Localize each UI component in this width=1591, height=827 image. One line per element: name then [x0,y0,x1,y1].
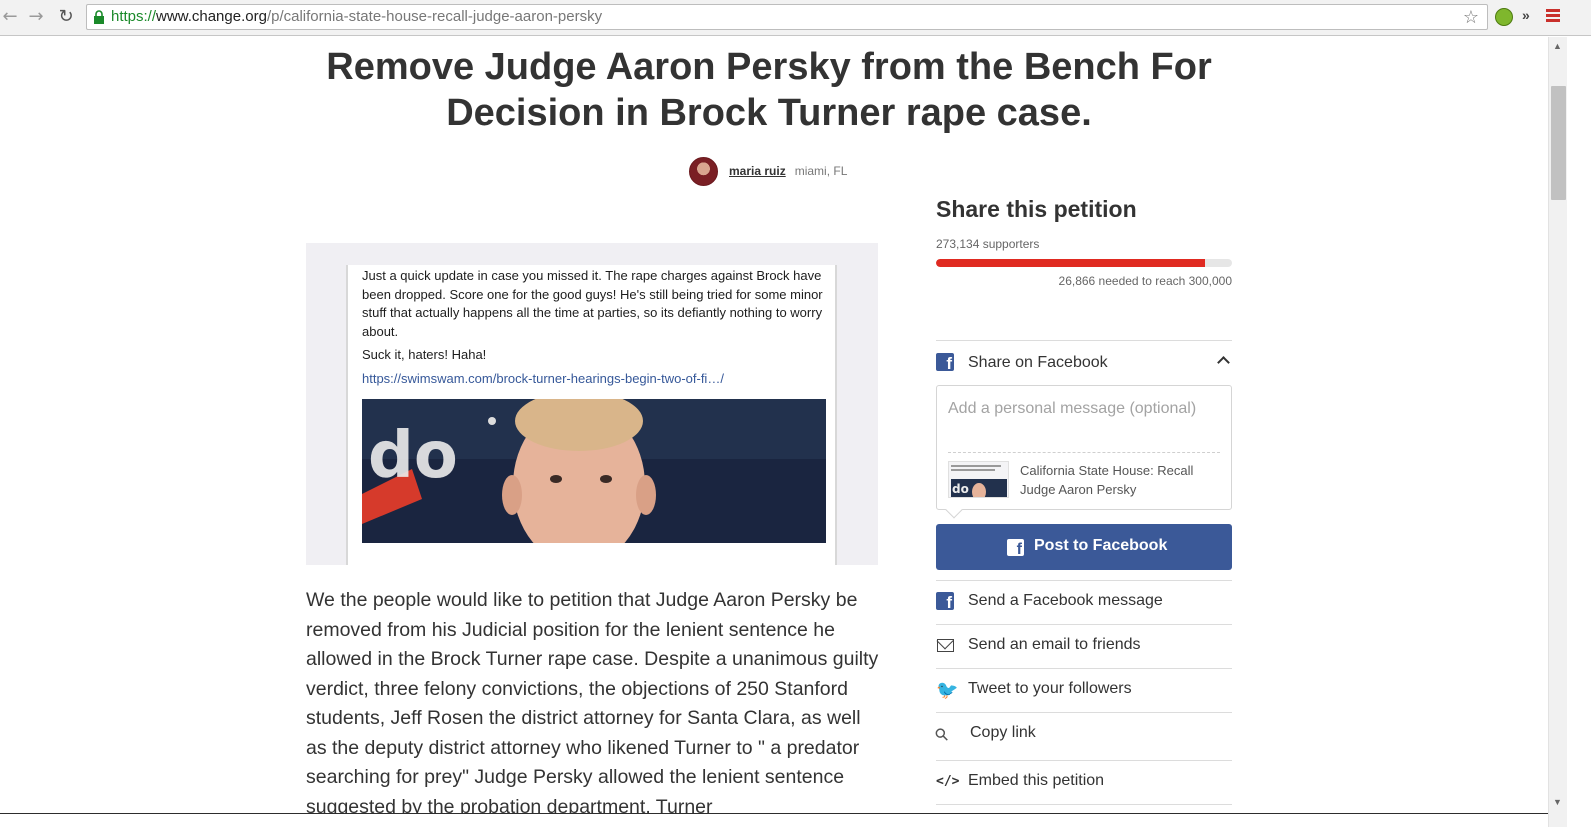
divider [936,804,1232,805]
link-icon: ⚲ [930,723,954,747]
avatar[interactable] [689,156,718,186]
post-link: https://swimswam.com/brock-turner-hearin… [362,371,724,386]
scroll-down-icon[interactable]: ▼ [1553,797,1562,807]
url-scheme: https:// [111,8,157,25]
browser-toolbar: ← → ↻ https://www.change.org/p/californi… [0,0,1591,36]
option-label: Copy link [970,724,1036,741]
mail-icon [937,639,954,652]
svg-text:do: do [952,482,969,496]
author-name[interactable]: maria ruiz [729,164,786,178]
facebook-share-label: Share on Facebook [968,354,1108,371]
needed-text: 26,866 needed to reach 300,000 [1058,274,1232,288]
reload-icon[interactable]: ↻ [56,6,76,28]
scroll-thumb[interactable] [1551,86,1566,200]
post-text: Just a quick update in case you missed i… [362,268,823,339]
option-label: Send an email to friends [968,636,1141,653]
author-location: miami, FL [794,164,848,178]
address-bar[interactable]: https://www.change.org/p/california-stat… [86,4,1488,30]
petition-media: Just a quick update in case you missed i… [306,243,878,565]
embed-option[interactable]: </> Embed this petition [936,760,1232,804]
box-pointer [945,501,963,519]
send-facebook-message-option[interactable]: Send a Facebook message [936,580,1232,624]
personal-message-input[interactable] [948,400,1220,418]
chevron-up-icon[interactable] [1217,356,1230,369]
star-icon[interactable]: ☆ [1463,6,1479,29]
more-icon[interactable]: » [1522,7,1530,23]
divider [936,340,1232,341]
window-bottom-edge [0,813,1548,827]
petition-body: We the people would like to petition tha… [306,589,879,818]
post-to-facebook-button[interactable]: Post to Facebook [936,524,1232,570]
url-path: /p/california-state-house-recall-judge-a… [266,8,603,25]
progress-bar [936,259,1232,267]
facebook-icon [936,353,954,374]
back-icon[interactable]: ← [0,6,20,28]
share-title: Share this petition [936,196,1137,222]
divider [948,452,1220,453]
copy-link-option[interactable]: ⚲ Copy link [931,712,1232,756]
lock-icon [94,10,104,24]
post-text-2: Suck it, haters! Haha! [362,347,487,362]
twitter-icon: 🐦 [936,680,959,701]
petition-title: Remove Judge Aaron Persky from the Bench… [326,46,1212,134]
option-label: Embed this petition [968,772,1105,789]
option-label: Send a Facebook message [968,592,1163,609]
progress-fill [936,259,1206,267]
post-button-label: Post to Facebook [1034,537,1168,554]
send-email-option[interactable]: Send an email to friends [936,624,1232,668]
option-label: Tweet to your followers [968,680,1132,697]
svg-text:do: do [368,419,458,493]
tweet-option[interactable]: 🐦 Tweet to your followers [936,668,1232,712]
scrollbar[interactable]: ▲ ▼ [1548,37,1567,827]
extension-icon[interactable] [1495,8,1513,26]
facebook-icon [936,592,954,613]
embed-icon: </> [936,774,960,789]
menu-icon[interactable] [1546,9,1560,23]
facebook-icon [1007,539,1024,559]
post-photo: do [362,399,826,543]
facebook-share-toggle[interactable]: Share on Facebook [936,350,1232,376]
facebook-message-box: do California State House: Recall Judge … [936,385,1232,519]
forward-icon[interactable]: → [26,6,46,28]
preview-thumbnail: do [948,461,1009,498]
supporter-count: 273,134 supporters [936,237,1040,251]
facebook-post-screenshot: Just a quick update in case you missed i… [346,265,837,565]
scroll-up-icon[interactable]: ▲ [1553,41,1562,51]
url-host: www.change.org [156,8,267,25]
author-row: maria ruiz miami, FL [689,155,847,187]
preview-title: California State House: Recall Judge Aar… [1020,463,1194,497]
